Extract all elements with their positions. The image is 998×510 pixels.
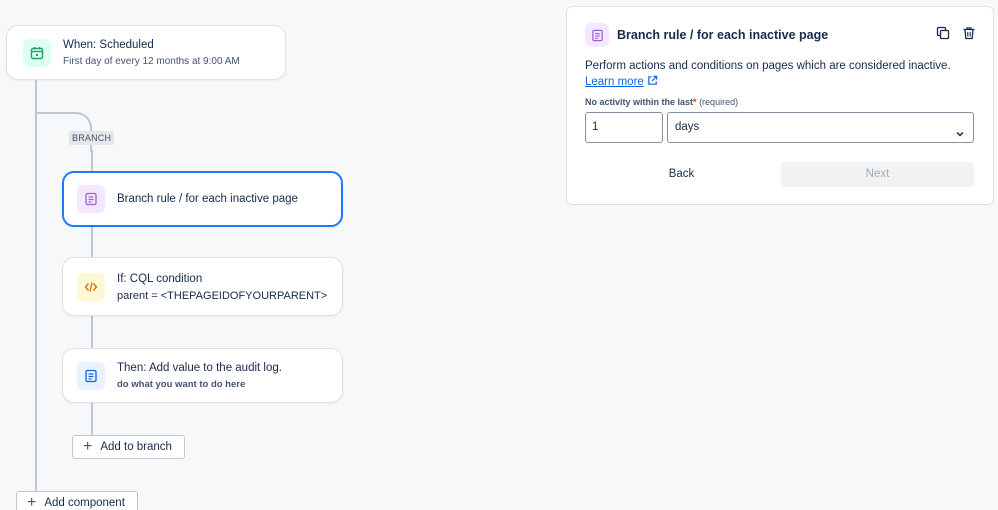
action-subtitle: do what you want to do here xyxy=(117,378,246,390)
audit-log-icon xyxy=(77,361,105,390)
chevron-down-icon xyxy=(955,122,965,151)
panel-description: Perform actions and conditions on pages … xyxy=(585,58,975,91)
back-button[interactable]: Back xyxy=(585,162,778,187)
next-button[interactable]: Next xyxy=(781,162,974,187)
branch-connector-2 xyxy=(91,226,93,258)
code-icon xyxy=(77,272,105,301)
learn-more-link[interactable]: Learn more xyxy=(585,76,644,88)
trigger-subtitle: First day of every 12 months at 9:00 AM xyxy=(63,55,240,67)
add-to-branch-button[interactable]: + Add to branch xyxy=(72,435,185,459)
branch-tag: BRANCH xyxy=(69,131,115,145)
condition-card[interactable]: If: CQL condition parent = <THEPAGEIDOFY… xyxy=(62,257,343,316)
action-card[interactable]: Then: Add value to the audit log. do wha… xyxy=(62,348,343,403)
inactivity-amount-input[interactable]: 1 xyxy=(585,112,663,143)
trash-icon[interactable] xyxy=(961,25,977,41)
branch-rule-card[interactable]: Branch rule / for each inactive page xyxy=(62,171,343,227)
plus-icon: + xyxy=(27,494,37,510)
branch-config-panel: Branch rule / for each inactive page Per… xyxy=(566,6,994,205)
plus-icon: + xyxy=(83,438,93,455)
required-text: (required) xyxy=(699,97,739,107)
branch-connector-1 xyxy=(91,150,93,172)
condition-title: If: CQL condition xyxy=(117,272,203,285)
unit-selected-value: days xyxy=(675,121,700,133)
external-link-icon xyxy=(647,75,658,91)
branch-connector-3 xyxy=(91,315,93,349)
learn-more-label: Learn more xyxy=(585,76,644,88)
add-component-label: Add component xyxy=(44,497,125,509)
document-icon xyxy=(77,185,105,213)
add-to-branch-label: Add to branch xyxy=(100,441,172,453)
description-text: Perform actions and conditions on pages … xyxy=(585,60,951,72)
branch-rule-title: Branch rule / for each inactive page xyxy=(117,193,298,205)
condition-subtitle: parent = <THEPAGEIDOFYOURPARENT> xyxy=(117,289,328,302)
inactivity-field-label: No activity within the last* (required) xyxy=(585,97,738,107)
rule-canvas: When: Scheduled First day of every 12 mo… xyxy=(0,0,998,510)
inactivity-unit-select[interactable]: days xyxy=(667,112,974,143)
add-component-button[interactable]: + Add component xyxy=(16,491,138,510)
panel-title: Branch rule / for each inactive page xyxy=(617,28,829,42)
action-title: Then: Add value to the audit log. xyxy=(117,361,282,374)
required-asterisk: * xyxy=(693,97,697,107)
field-label-text: No activity within the last xyxy=(585,97,694,107)
document-icon xyxy=(585,23,609,47)
duplicate-icon[interactable] xyxy=(935,25,951,41)
trigger-title: When: Scheduled xyxy=(63,38,154,51)
trigger-card[interactable]: When: Scheduled First day of every 12 mo… xyxy=(6,25,286,80)
calendar-icon xyxy=(23,38,51,67)
branch-connector-4 xyxy=(91,402,93,436)
